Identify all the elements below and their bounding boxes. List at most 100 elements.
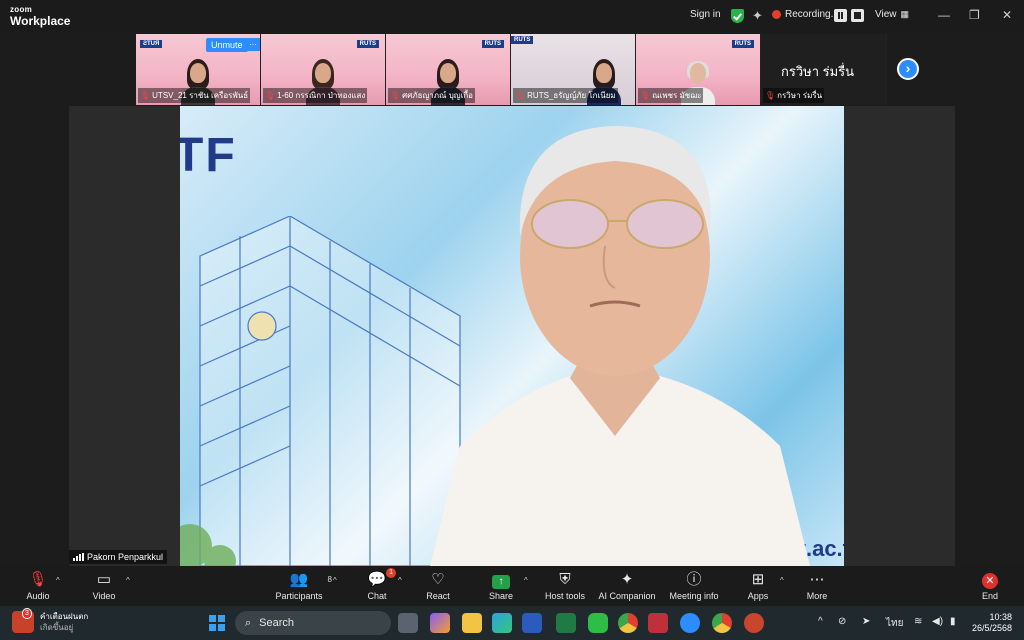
participant-tile[interactable]: ƧTUЯ Unmute ··· 🎙 UTSV_21 ราชัน เครือรพัน… — [136, 34, 261, 105]
participant-tile[interactable]: RUTS 🎙 ศศภัธญาภณ์ บุญเกื้อ — [386, 34, 511, 105]
battery-icon[interactable]: ▮ — [950, 616, 956, 627]
heart-icon: ♡ — [431, 571, 445, 588]
stop-recording-button[interactable] — [851, 9, 864, 22]
end-meeting-button[interactable]: ✕ End — [978, 570, 1002, 601]
participant-name: RUTS_ธรัญญ์ภัย โกเนียม — [527, 91, 616, 100]
zoom-workplace-logo: zoom Workplace — [10, 6, 70, 28]
chat-button[interactable]: 💬 1 Chat — [364, 568, 396, 601]
mic-muted-icon: 🎙 — [515, 91, 526, 100]
tray-muted-icon[interactable]: ⊘ — [838, 616, 846, 627]
participant-nameplate: 🎙 RUTS_ธรัญญ์ภัย โกเนียม — [513, 88, 618, 103]
mic-muted-icon: 🎙 — [640, 91, 651, 100]
shield-icon: ⛨ — [559, 571, 571, 588]
participants-button[interactable]: 👥 8 Participants — [274, 570, 332, 601]
apps-options-chevron-icon[interactable]: ^ — [780, 576, 784, 585]
title-bar: zoom Workplace Sign in ✦ Recording... Vi… — [0, 0, 1024, 32]
encryption-shield-icon[interactable] — [731, 9, 744, 23]
participant-tile[interactable]: RUTS 🎙 RUTS_ธรัญญ์ภัย โกเนียม — [511, 34, 636, 105]
meeting-info-label: Meeting info — [669, 591, 719, 601]
apps-button[interactable]: ⊞ Apps — [744, 570, 772, 601]
mic-muted-icon: 🎙 — [140, 91, 151, 100]
participant-nameplate: 🎙 UTSV_21 ราชัน เครือรพันธ์ — [138, 88, 251, 103]
unmute-button[interactable]: Unmute — [206, 38, 248, 52]
participant-tile[interactable]: กรวิษา ร่มรื่น 🎙 กรวิษา ร่มรื่น — [761, 34, 887, 105]
audio-button[interactable]: 🎙 Audio — [24, 570, 52, 601]
windows-taskbar: 3 คำเตือนฝนตก เกิดขึ้นอยู่ ⌕ Search ^ ⊘ … — [0, 606, 1024, 640]
taskbar-search[interactable]: ⌕ Search — [235, 611, 391, 635]
pdf-app-icon[interactable] — [648, 613, 668, 633]
info-icon: ⓘ — [686, 571, 702, 588]
recording-indicator: Recording... — [772, 9, 839, 20]
share-screen-icon: ↑ — [492, 575, 510, 589]
tile-more-button[interactable]: ··· — [245, 38, 260, 51]
chat-options-chevron-icon[interactable]: ^ — [398, 576, 402, 585]
file-explorer-icon[interactable] — [462, 613, 482, 633]
share-options-chevron-icon[interactable]: ^ — [524, 576, 528, 585]
share-button[interactable]: ↑ Share — [487, 570, 515, 601]
system-clock[interactable]: 10:38 26/5/2568 — [968, 612, 1012, 634]
line-app-icon[interactable] — [588, 613, 608, 633]
view-menu[interactable]: View ▦ — [875, 9, 909, 20]
tray-location-icon[interactable]: ➤ — [862, 616, 870, 627]
react-label: React — [426, 591, 450, 601]
search-icon: ⌕ — [245, 616, 252, 629]
restore-icon[interactable]: ❐ — [969, 8, 980, 22]
participant-tile[interactable]: RUTS 🎙 1-60 กรรณิกา ป่าทองแสง — [261, 34, 386, 105]
wifi-icon[interactable]: ≋ — [914, 616, 922, 627]
ruts-logo: ƧTUЯ — [140, 40, 163, 48]
video-options-chevron-icon[interactable]: ^ — [126, 576, 130, 585]
active-speaker-stage: TF t.ac.t — [69, 106, 955, 566]
volume-icon[interactable]: ◀) — [932, 616, 943, 627]
mic-muted-icon: 🎙 — [28, 571, 48, 588]
ai-sparkle-icon[interactable]: ✦ — [752, 8, 763, 24]
host-tools-button[interactable]: ⛨ Host tools — [542, 570, 588, 601]
end-x-icon: ✕ — [982, 573, 998, 589]
mic-muted-icon: 🎙 — [765, 91, 776, 100]
camera-icon: ▭ — [96, 571, 112, 588]
video-label: Video — [92, 591, 116, 601]
tray-overflow-chevron-icon[interactable]: ^ — [818, 616, 823, 627]
speaker-person — [430, 126, 810, 566]
participant-name: ณเพชร มัชฌะ — [652, 91, 702, 100]
participants-icon: 👥 8 — [289, 571, 332, 588]
chevron-right-icon: › — [905, 60, 911, 76]
close-icon[interactable]: ✕ — [1002, 8, 1012, 22]
zoom-app-icon[interactable] — [680, 613, 700, 633]
speaker-name: Pakorn Penparkkul — [87, 552, 164, 562]
chrome-profile-icon[interactable] — [712, 613, 732, 633]
audio-options-chevron-icon[interactable]: ^ — [56, 576, 60, 585]
participant-name: UTSV_21 ราชัน เครือรพันธ์ — [152, 91, 249, 100]
react-button[interactable]: ♡ React — [424, 570, 452, 601]
sign-in-link[interactable]: Sign in — [690, 9, 721, 20]
video-button[interactable]: ▭ Video — [90, 570, 118, 601]
windows-start-icon[interactable] — [209, 615, 225, 631]
weather-widget[interactable]: 3 คำเตือนฝนตก เกิดขึ้นอยู่ — [12, 608, 88, 633]
task-view-icon[interactable] — [398, 613, 418, 633]
ai-companion-label: AI Companion — [598, 591, 656, 601]
participants-options-chevron-icon[interactable]: ^ — [333, 576, 337, 585]
participant-tile[interactable]: RUTS 🎙 ณเพชร มัชฌะ — [636, 34, 761, 105]
recording-controls — [834, 9, 864, 22]
word-icon[interactable] — [522, 613, 542, 633]
copilot-icon[interactable] — [430, 613, 450, 633]
next-page-button[interactable]: › — [897, 58, 919, 80]
participants-count: 8 — [327, 575, 332, 584]
clock-time: 10:38 — [989, 612, 1012, 622]
participant-strip: ƧTUЯ Unmute ··· 🎙 UTSV_21 ราชัน เครือรพัน… — [136, 34, 888, 105]
pause-recording-button[interactable] — [834, 9, 847, 22]
minimize-icon[interactable]: — — [938, 8, 950, 22]
meeting-info-button[interactable]: ⓘ Meeting info — [668, 570, 720, 601]
more-dots-icon: ⋯ — [809, 571, 825, 588]
participant-name: กรวิษา ร่มรื่น — [777, 91, 823, 100]
edge-browser-icon[interactable] — [492, 613, 512, 633]
input-language-indicator[interactable]: ไทย — [886, 616, 903, 631]
ruts-logo: RUTS — [731, 40, 754, 48]
weather-alert-icon: 3 — [12, 608, 34, 633]
clock-date: 26/5/2568 — [971, 623, 1012, 633]
chrome-icon[interactable] — [618, 613, 638, 633]
excel-icon[interactable] — [556, 613, 576, 633]
mic-muted-icon: 🎙 — [265, 91, 276, 100]
more-button[interactable]: ⋯ More — [804, 570, 830, 601]
ai-companion-button[interactable]: ✦ AI Companion — [598, 570, 656, 601]
powerpoint-icon[interactable] — [744, 613, 764, 633]
